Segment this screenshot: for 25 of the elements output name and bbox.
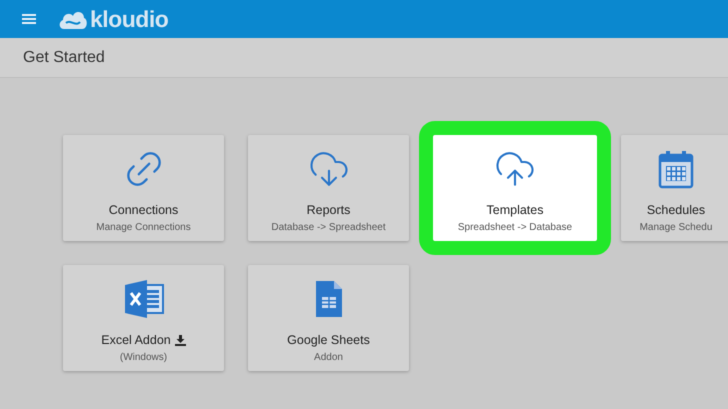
card-subtitle: Manage Schedu [640,222,712,233]
feature-card[interactable]: Templates Spreadsheet -> Database [433,135,597,241]
feature-card[interactable]: Excel Addon (Windows) [63,265,224,371]
card-title: Google Sheets [287,333,370,347]
card-title: Templates [486,203,544,217]
menu-icon[interactable] [22,13,36,25]
feature-card[interactable]: Schedules Manage Schedu [621,135,728,241]
download-icon [174,334,186,346]
card-subtitle: (Windows) [120,352,168,363]
card-subtitle: Spreadsheet -> Database [458,222,572,233]
page-title: Get Started [23,48,105,66]
logo-text: kloudio [90,6,168,32]
card-subtitle: Database -> Spreadsheet [271,222,386,233]
card-title: Schedules [646,203,706,217]
card-title: Excel Addon [101,333,171,347]
spreadsheet-app-icon [122,279,164,319]
feature-card[interactable]: Connections Manage Connections [63,135,224,241]
card-subtitle: Addon [314,352,343,363]
card-title: Reports [306,203,350,217]
feature-card[interactable]: Google Sheets Addon [248,265,409,371]
sheets-icon [314,279,344,319]
card-subtitle: Manage Connections [96,222,191,233]
calendar-icon [658,149,694,189]
card-title: Connections [108,203,178,217]
feature-card[interactable]: Reports Database -> Spreadsheet [248,135,409,241]
